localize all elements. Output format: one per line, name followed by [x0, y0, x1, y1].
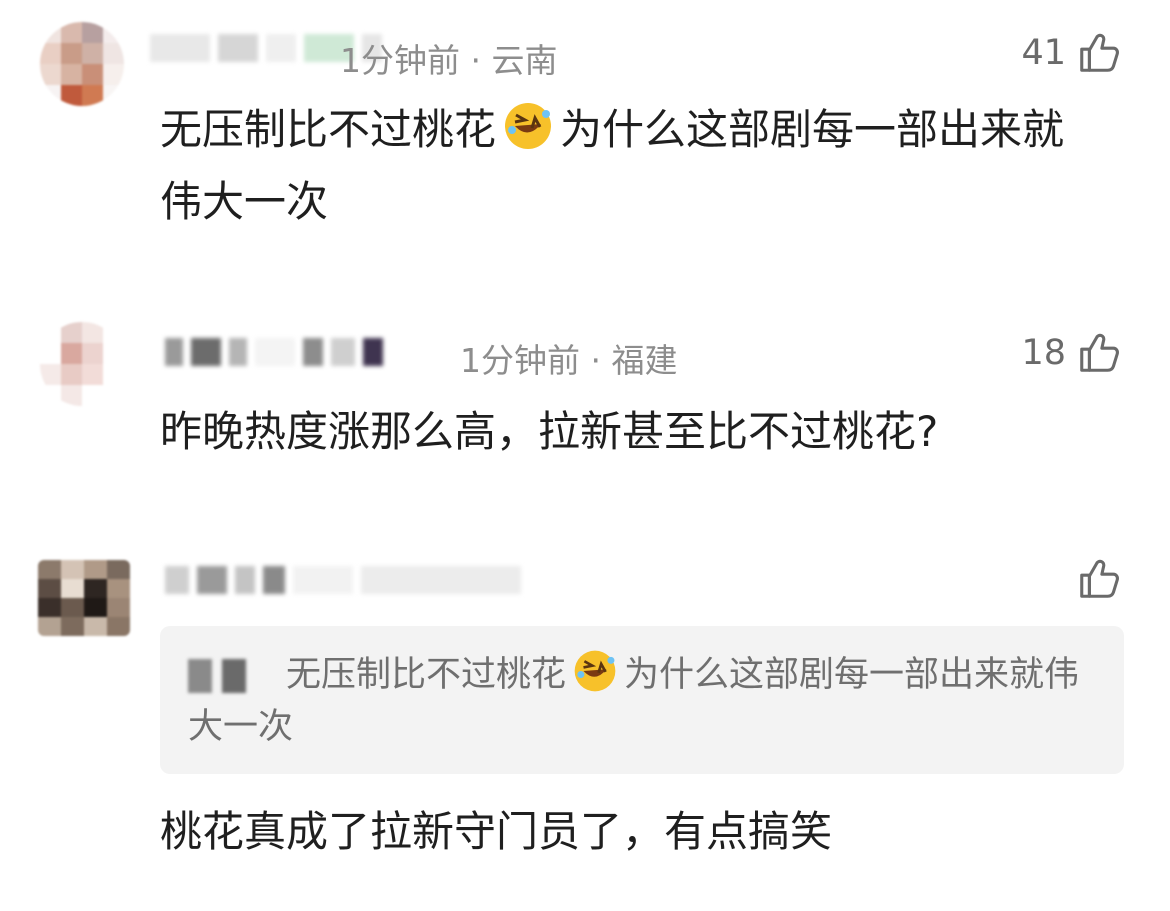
time-location: 1分钟前 · 福建	[460, 341, 678, 380]
time-location: 1分钟前 · 云南	[340, 41, 558, 80]
like-button[interactable]: 18	[1021, 330, 1122, 376]
username-blurred[interactable]	[165, 566, 521, 594]
thumbs-up-icon	[1080, 559, 1119, 598]
username-blurred[interactable]	[165, 338, 383, 366]
like-count: 18	[1021, 333, 1066, 373]
rolling-on-floor-laughing-icon	[574, 650, 616, 692]
avatar[interactable]	[40, 322, 124, 406]
thumbs-up-icon	[1080, 333, 1119, 372]
comment-text: 桃花真成了拉新守门员了，有点搞笑	[160, 807, 833, 856]
comment-text: 昨晚热度涨那么高，拉新甚至比不过桃花?	[160, 407, 939, 456]
quoted-comment[interactable]: 无压制比不过桃花 为什么这部剧每一部出来就伟大一次	[160, 626, 1124, 774]
like-count: 41	[1021, 33, 1066, 73]
quoted-text: 无压制比不过桃花 为什么这部剧每一部出来就伟大一次	[188, 648, 1088, 753]
avatar[interactable]	[38, 560, 130, 636]
quoted-username-blurred	[188, 659, 246, 693]
thumbs-up-icon	[1080, 33, 1119, 72]
like-button[interactable]: 41	[1021, 30, 1122, 76]
comment-text: 无压制比不过桃花 为什么这部剧每一部出来就伟大一次	[160, 94, 1100, 238]
like-button[interactable]	[1066, 556, 1122, 602]
avatar[interactable]	[40, 22, 124, 106]
rolling-on-floor-laughing-icon	[505, 103, 552, 149]
